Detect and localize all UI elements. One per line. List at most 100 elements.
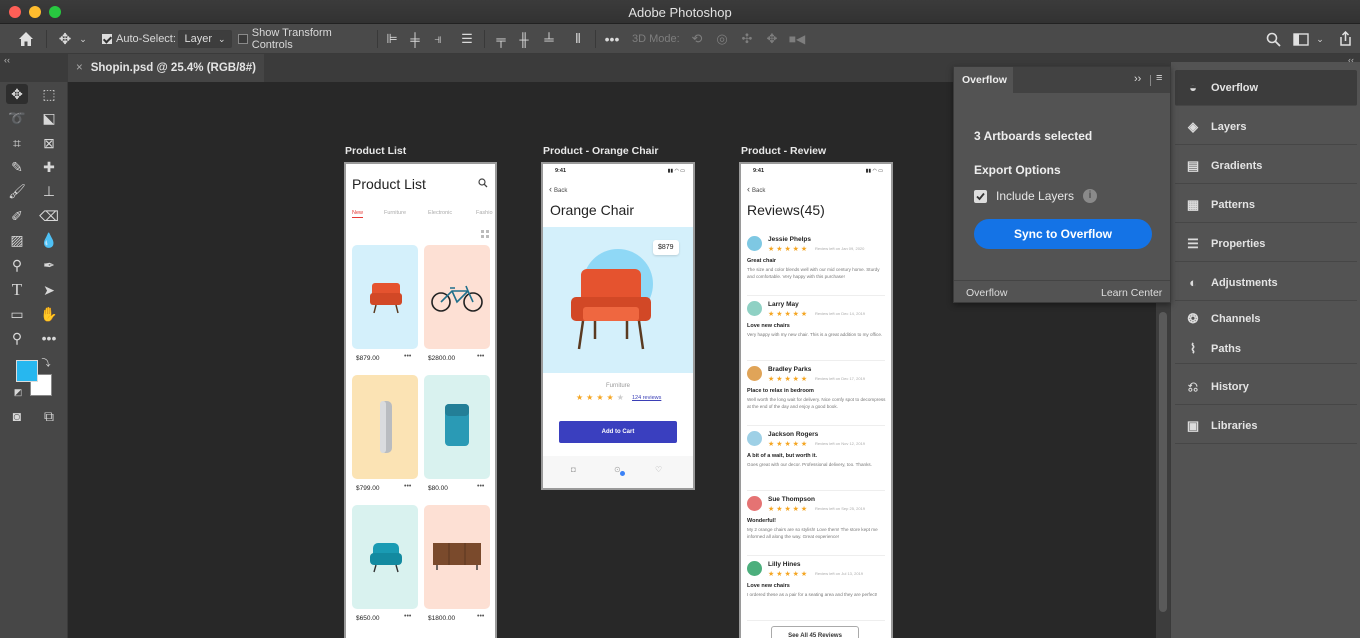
review-date: Review left on Jan 09, 2020: [815, 246, 865, 251]
sync-to-overflow-button[interactable]: Sync to Overflow: [974, 219, 1152, 249]
slide-3d-icon[interactable]: ✥: [763, 30, 781, 48]
panel-menu-icon[interactable]: ≡: [1156, 72, 1162, 84]
quick-mask-icon[interactable]: ◙: [6, 406, 28, 426]
healing-brush-tool-icon[interactable]: ✚: [38, 157, 60, 177]
product-card[interactable]: [424, 505, 490, 609]
type-tool-icon[interactable]: T: [6, 280, 28, 300]
more-options-icon[interactable]: •••: [404, 483, 411, 490]
gradient-tool-icon[interactable]: ▨: [6, 230, 28, 250]
artboard-title-product-review[interactable]: Product - Review: [741, 145, 826, 157]
panel-properties[interactable]: ☰ Properties: [1175, 226, 1357, 262]
product-card[interactable]: [352, 505, 418, 609]
swap-colors-icon[interactable]: ⤵: [40, 356, 52, 368]
lasso-tool-icon[interactable]: ➰: [6, 108, 28, 128]
align-horizontal-centers-icon[interactable]: ╪: [406, 30, 424, 48]
avatar: [747, 301, 762, 316]
marquee-tool-icon[interactable]: ⬚: [38, 84, 60, 104]
path-selection-tool-icon[interactable]: ➤: [38, 280, 60, 300]
document-tab[interactable]: × Shopin.psd @ 25.4% (RGB/8#): [68, 54, 264, 82]
close-icon[interactable]: ×: [76, 62, 83, 74]
move-tool-icon[interactable]: ✥: [54, 30, 76, 48]
window-title: Adobe Photoshop: [628, 5, 732, 20]
more-tools-icon[interactable]: •••: [38, 328, 60, 348]
rating-stars: ★★★★★: [576, 393, 627, 402]
artboard-orange-chair[interactable]: 9:41 ▮▮ ◠ ▭ ‹ Back Orange Chair $879 Furn…: [541, 162, 695, 490]
eyedropper-tool-icon[interactable]: ✎: [6, 157, 28, 177]
search-icon[interactable]: [1264, 30, 1282, 48]
share-icon[interactable]: [1336, 30, 1354, 48]
panel-layers[interactable]: ◈ Layers: [1175, 109, 1357, 145]
align-right-edges-icon[interactable]: ⫣: [429, 30, 447, 48]
learn-center-link[interactable]: Learn Center: [1101, 287, 1162, 299]
artboard-title-product-list[interactable]: Product List: [345, 145, 406, 157]
crop-tool-icon[interactable]: ⌗: [6, 133, 28, 153]
overflow-panel-tab[interactable]: Overflow: [954, 67, 1013, 93]
product-card[interactable]: [352, 375, 418, 479]
align-vertical-centers-icon[interactable]: ╫: [515, 30, 533, 48]
object-select-tool-icon[interactable]: ⬕: [38, 108, 60, 128]
panel-history[interactable]: ⎌ History: [1175, 369, 1357, 405]
show-transform-checkbox[interactable]: Show Transform Controls: [238, 27, 372, 51]
product-card[interactable]: [352, 245, 418, 349]
align-bottom-edges-icon[interactable]: ╧: [540, 30, 558, 48]
product-card[interactable]: [424, 375, 490, 479]
align-top-edges-icon[interactable]: ╤: [492, 30, 510, 48]
paths-icon: ⌇: [1189, 340, 1197, 356]
clone-stamp-tool-icon[interactable]: ⊥: [38, 181, 60, 201]
hand-tool-icon[interactable]: ✋: [38, 304, 60, 324]
drag-3d-icon[interactable]: ✣: [738, 30, 756, 48]
history-brush-tool-icon[interactable]: ✐: [6, 206, 28, 226]
panel-channels[interactable]: ❂ Channels: [1175, 304, 1357, 334]
panel-paths[interactable]: ⌇ Paths: [1175, 334, 1357, 364]
pen-tool-icon[interactable]: ✒: [38, 255, 60, 275]
move-tool-icon[interactable]: ✥: [6, 84, 28, 104]
more-options-icon[interactable]: •••: [602, 30, 622, 48]
artboard-product-review[interactable]: 9:41 ▮▮ ◠ ▭ ‹ Back Reviews(45) Jessie Phe…: [739, 162, 893, 638]
camera-3d-icon[interactable]: ■◀: [788, 30, 806, 48]
frame-tool-icon[interactable]: ⊠: [38, 133, 60, 153]
orbit-3d-icon[interactable]: ⟲: [688, 30, 706, 48]
scrollbar-thumb[interactable]: [1159, 312, 1167, 612]
info-icon[interactable]: i: [1083, 189, 1097, 203]
panel-adjustments[interactable]: ◐ Adjustments: [1175, 265, 1357, 301]
panel-patterns[interactable]: ▦ Patterns: [1175, 187, 1357, 223]
auto-select-dropdown[interactable]: Layer ⌄: [178, 30, 232, 48]
blur-tool-icon[interactable]: 💧: [38, 230, 60, 250]
expand-panel-icon[interactable]: ››: [1134, 73, 1141, 85]
auto-select-checkbox[interactable]: Auto-Select:: [102, 30, 176, 48]
more-options-icon[interactable]: •••: [404, 613, 411, 620]
foreground-color-swatch[interactable]: [16, 360, 38, 382]
dodge-tool-icon[interactable]: ⚲: [6, 255, 28, 275]
brush-tool-icon[interactable]: 🖌: [6, 181, 28, 201]
collapse-toolbar-icon[interactable]: ‹‹: [4, 55, 10, 65]
review-item: Jackson Rogers ★ ★ ★ ★ ★ Review left on No…: [747, 429, 885, 491]
artboard-product-list[interactable]: Product List New Furniture Electronic Fa…: [344, 162, 497, 638]
zoom-tool-icon[interactable]: ⚲: [6, 328, 28, 348]
status-time: 9:41: [753, 168, 765, 174]
chevron-down-icon[interactable]: ⌄: [1314, 30, 1326, 48]
more-options-icon[interactable]: •••: [477, 483, 484, 490]
panel-libraries[interactable]: ▣ Libraries: [1175, 408, 1357, 444]
avatar: [747, 431, 762, 446]
screen-mode-icon[interactable]: ⧉: [38, 406, 60, 426]
more-options-icon[interactable]: •••: [404, 353, 411, 360]
panel-gradients[interactable]: ▤ Gradients: [1175, 148, 1357, 184]
workspace-icon[interactable]: [1292, 30, 1310, 48]
default-colors-icon[interactable]: ◩: [12, 386, 24, 398]
align-left-edges-icon[interactable]: ⊫: [383, 30, 401, 48]
chevron-down-icon[interactable]: ⌄: [77, 30, 89, 48]
home-icon[interactable]: [14, 30, 38, 48]
rectangle-tool-icon[interactable]: ▭: [6, 304, 28, 324]
artboard-title-orange-chair[interactable]: Product - Orange Chair: [543, 145, 659, 157]
eraser-tool-icon[interactable]: ⌫: [38, 206, 60, 226]
distribute-spacing-icon[interactable]: ⫴: [569, 30, 587, 48]
more-options-icon[interactable]: •••: [477, 613, 484, 620]
more-options-icon[interactable]: •••: [477, 353, 484, 360]
panel-overflow[interactable]: ◒ Overflow: [1175, 70, 1357, 106]
roll-3d-icon[interactable]: ◎: [713, 30, 731, 48]
product-hero: $879: [543, 227, 693, 373]
align-distribute-icon[interactable]: ☰: [458, 30, 476, 48]
rating-stars: ★ ★ ★ ★ ★: [768, 441, 808, 448]
include-layers-checkbox[interactable]: Include Layers: [974, 189, 1074, 203]
product-card[interactable]: [424, 245, 490, 349]
